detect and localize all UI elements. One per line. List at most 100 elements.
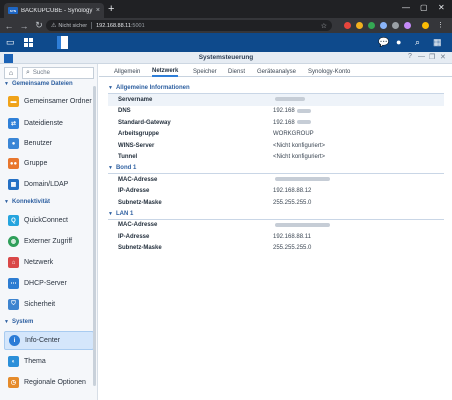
region-icon: ◷ <box>8 377 19 388</box>
redacted-value <box>275 222 330 227</box>
row-key: Subnetz-Maske <box>118 199 162 206</box>
info-row: Arbeitsgruppe WORKGROUP <box>108 129 444 141</box>
section-title: Allgemeine Informationen <box>115 85 190 91</box>
section-header-bond1[interactable]: ▼ Bond 1 <box>108 163 444 174</box>
domain-icon: ▦ <box>8 179 19 190</box>
sidebar-scrollbar[interactable] <box>93 86 96 386</box>
minimize-window-icon[interactable]: — <box>418 53 425 60</box>
shield-icon: ⛉ <box>8 299 19 310</box>
minimize-icon[interactable]: — <box>402 3 410 12</box>
chevron-down-icon: ▼ <box>4 81 9 87</box>
sidebar-item-thema[interactable]: ◐ Thema <box>4 353 94 370</box>
search-icon[interactable]: ⌕ <box>415 37 420 48</box>
apps-grid-icon[interactable] <box>24 38 33 47</box>
close-window-icon[interactable]: ✕ <box>440 53 446 61</box>
tab-speicher[interactable]: Speicher <box>193 66 217 77</box>
info-row: DNS 192.168 <box>108 106 444 118</box>
sidebar-item-regionale-optionen[interactable]: ◷ Regionale Optionen <box>4 374 94 391</box>
section-header-general[interactable]: ▼ Allgemeine Informationen <box>108 83 444 94</box>
home-icon: ⌂ <box>8 69 14 77</box>
info-row: IP-Adresse 192.168.88.12 <box>108 186 444 198</box>
star-icon[interactable]: ☆ <box>321 22 327 30</box>
sidebar-item-quickconnect[interactable]: Q QuickConnect <box>4 212 94 229</box>
row-key: Standard-Gateway <box>118 119 171 126</box>
widgets-icon[interactable]: ▦ <box>433 37 442 48</box>
section-label: System <box>11 319 34 325</box>
group-icon: ●● <box>8 158 19 169</box>
sidebar-item-dateidienste[interactable]: ⇄ Dateidienste <box>4 115 94 132</box>
menu-icon[interactable]: ⋮ <box>437 21 444 29</box>
section-gemeinsame-dateien[interactable]: ▼ Gemeinsame Dateien <box>4 81 73 87</box>
extension-icon[interactable] <box>344 22 351 29</box>
maximize-icon[interactable]: ▢ <box>420 3 428 12</box>
sidebar-item-benutzer[interactable]: ● Benutzer <box>4 135 94 152</box>
tab-title: BACKUPCUBE - Synology DiskS <box>21 7 94 14</box>
browser-tab[interactable]: SYN BACKUPCUBE - Synology DiskS × <box>4 3 104 18</box>
sidebar-item-label: Regionale Optionen <box>24 379 86 386</box>
tab-dienst[interactable]: Dienst <box>228 66 245 77</box>
extension-icon[interactable] <box>356 22 363 29</box>
row-value <box>273 97 305 103</box>
row-key: IP-Adresse <box>118 233 150 240</box>
desktop-icon[interactable]: ▭ <box>6 37 15 48</box>
tab-allgemein[interactable]: Allgemein <box>114 66 140 77</box>
restore-window-icon[interactable]: ❐ <box>429 53 435 61</box>
close-icon[interactable]: ✕ <box>438 3 445 12</box>
new-tab-button[interactable]: + <box>108 4 114 15</box>
warning-icon: ⚠ <box>51 23 57 29</box>
sidebar-item-sicherheit[interactable]: ⛉ Sicherheit <box>4 296 94 313</box>
url-text: 192.168.88.11 <box>96 22 131 29</box>
info-row: Subnetz-Maske 255.255.255.0 <box>108 243 444 255</box>
sidebar-item-gruppe[interactable]: ●● Gruppe <box>4 155 94 172</box>
home-button[interactable]: ⌂ <box>4 67 18 79</box>
sidebar-item-info-center[interactable]: i Info-Center <box>4 331 94 350</box>
chat-icon[interactable]: 💬 <box>378 37 389 48</box>
sidebar-item-label: Gruppe <box>24 160 48 167</box>
info-row: MAC-Adresse <box>108 220 444 232</box>
chevron-down-icon: ▼ <box>4 319 9 325</box>
sidebar-item-domain-ldap[interactable]: ▦ Domain/LDAP <box>4 176 94 193</box>
tab-synology-konto[interactable]: Synology-Konto <box>308 66 350 77</box>
row-key: Tunnel <box>118 154 138 161</box>
section-title: LAN 1 <box>115 210 134 217</box>
sidebar-item-netzwerk[interactable]: ⌂ Netzwerk <box>4 254 94 271</box>
section-konnektivitaet[interactable]: ▼ Konnektivität <box>4 199 50 205</box>
sidebar-search-input[interactable]: ⌕ Suche <box>22 67 94 79</box>
back-icon[interactable]: ← <box>3 21 15 31</box>
extension-icon[interactable] <box>368 22 375 29</box>
sidebar-item-label: Sicherheit <box>24 301 56 308</box>
section-label: Gemeinsame Dateien <box>11 81 73 87</box>
user-icon[interactable]: ● <box>396 37 401 47</box>
redacted-value <box>296 120 311 125</box>
browser-tabstrip: SYN BACKUPCUBE - Synology DiskS × + — ▢ … <box>0 0 452 18</box>
sidebar-item-externer-zugriff[interactable]: ◍ Externer Zugriff <box>4 233 94 250</box>
section-header-lan1[interactable]: ▼ LAN 1 <box>108 209 444 220</box>
sidebar-item-gemeinsamer-ordner[interactable]: ▬ Gemeinsamer Ordner <box>4 93 94 110</box>
info-row: Servername <box>108 94 444 106</box>
url-port: :5001 <box>130 22 145 29</box>
forward-icon[interactable]: → <box>18 21 30 31</box>
section-system[interactable]: ▼ System <box>4 319 33 325</box>
reload-icon[interactable]: ↻ <box>33 20 45 31</box>
address-bar[interactable]: ⚠ Nicht sicher 192.168.88.11 :5001 ☆ <box>46 20 332 31</box>
row-key: MAC-Adresse <box>118 176 158 183</box>
sidebar-item-label: Netzwerk <box>24 259 54 266</box>
extension-icon[interactable] <box>380 22 387 29</box>
tab-close-icon[interactable]: × <box>96 7 100 14</box>
quickconnect-icon: Q <box>8 215 19 226</box>
extension-icon[interactable] <box>392 22 399 29</box>
extension-icon[interactable] <box>404 22 411 29</box>
chevron-down-icon: ▼ <box>108 210 113 217</box>
tab-geraeteanalyse[interactable]: Geräteanalyse <box>257 66 296 77</box>
row-key: MAC-Adresse <box>118 222 158 229</box>
profile-avatar[interactable] <box>422 22 429 29</box>
info-row: MAC-Adresse <box>108 174 444 186</box>
help-icon[interactable]: ? <box>408 53 412 60</box>
chevron-down-icon: ▼ <box>108 165 113 171</box>
row-value: WORKGROUP <box>273 131 314 138</box>
redacted-value <box>275 177 330 182</box>
divider <box>91 22 93 29</box>
tab-netzwerk[interactable]: Netzwerk <box>152 66 179 77</box>
control-panel-taskbar-icon[interactable] <box>57 36 68 49</box>
sidebar-item-dhcp-server[interactable]: ⋯ DHCP-Server <box>4 275 94 292</box>
